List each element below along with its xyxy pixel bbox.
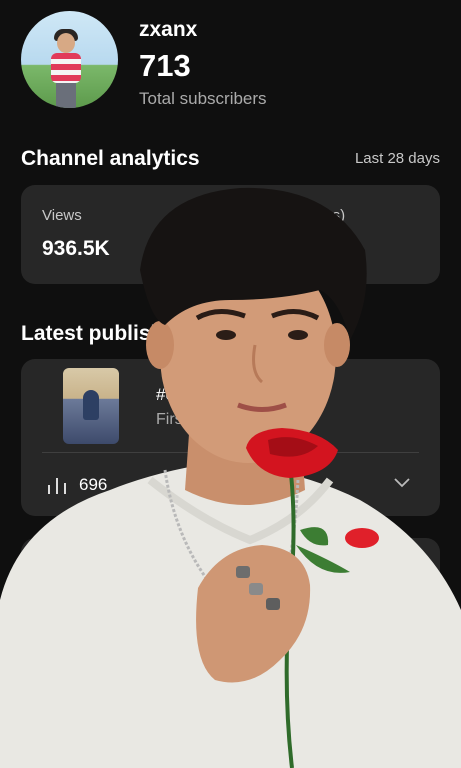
thumbnail-figure xyxy=(83,390,99,420)
analytics-title: Channel analytics xyxy=(21,147,200,170)
views-label: Views xyxy=(42,207,82,224)
avatar-shirt xyxy=(51,53,81,83)
channel-avatar[interactable] xyxy=(21,11,118,108)
latest-video-card[interactable]: #comedy 😁 #entert… First 11 minutes 696 xyxy=(21,359,440,516)
avatar-face xyxy=(57,33,75,53)
next-card[interactable] xyxy=(21,538,440,768)
subscriber-label: Total subscribers xyxy=(139,89,267,108)
views-value: 936.5K xyxy=(42,237,110,260)
channel-name: zxanx xyxy=(139,18,198,41)
avatar-legs xyxy=(56,83,76,108)
video-time-window: First 11 minutes xyxy=(156,411,269,428)
subscriber-count: 713 xyxy=(139,48,191,83)
video-thumbnail[interactable] xyxy=(63,368,119,444)
analytics-card[interactable]: Views 936.5K Watch time (hours) xyxy=(21,185,440,284)
analytics-period[interactable]: Last 28 days xyxy=(355,150,440,167)
bar-chart-icon xyxy=(48,478,66,494)
video-views-count: 696 xyxy=(79,475,108,494)
watch-time-label: Watch time (hours) xyxy=(219,207,346,224)
video-title[interactable]: #comedy 😁 #entert… xyxy=(156,385,322,405)
card-divider xyxy=(42,452,419,453)
chevron-down-icon[interactable] xyxy=(394,478,410,488)
latest-published-title: Latest published xyxy=(21,322,188,345)
